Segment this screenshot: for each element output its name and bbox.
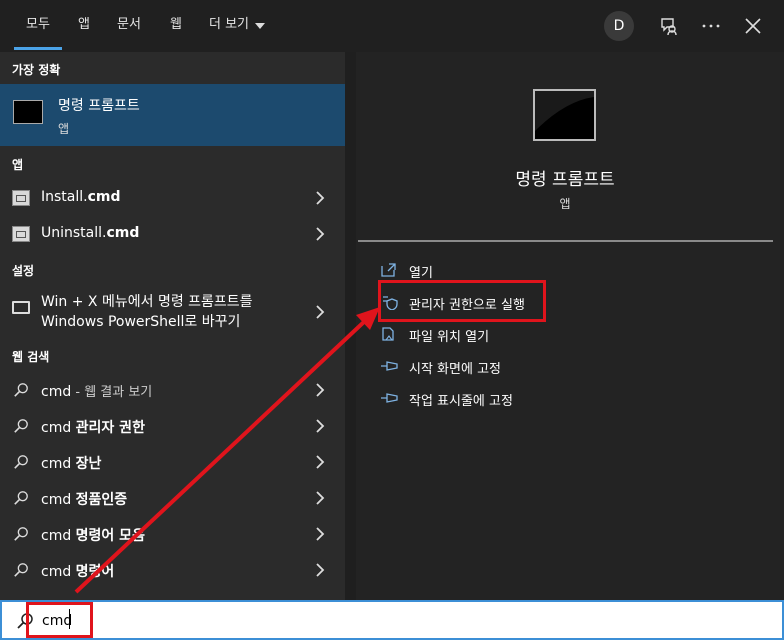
section-best-match: 가장 정확 xyxy=(12,63,61,77)
cmd-file-icon xyxy=(12,226,30,242)
web-result-label: cmd 정품인증 xyxy=(41,492,128,508)
chevron-down-icon xyxy=(255,23,266,29)
open-file-location-label: 파일 위치 열기 xyxy=(409,330,490,345)
avatar[interactable]: D xyxy=(604,11,634,41)
web-result-item[interactable]: cmd 관리자 권한 xyxy=(0,408,345,444)
section-settings: 설정 xyxy=(12,264,35,278)
tab-documents[interactable]: 문서 xyxy=(117,0,141,50)
open-action-label: 열기 xyxy=(409,266,433,281)
tab-web[interactable]: 웹 xyxy=(170,0,182,50)
pin-to-taskbar-label: 작업 표시줄에 고정 xyxy=(409,394,513,409)
divider xyxy=(358,240,773,242)
preview-title: 명령 프롬프트 xyxy=(515,170,615,190)
best-match-subtitle: 앱 xyxy=(58,122,70,136)
web-result-label: cmd - 웹 결과 보기 xyxy=(41,384,153,400)
pin-to-start-label: 시작 화면에 고정 xyxy=(409,362,501,377)
chevron-right-icon[interactable] xyxy=(313,526,327,542)
file-location-icon xyxy=(382,327,394,341)
web-result-item[interactable]: cmd 정품인증 xyxy=(0,480,345,516)
list-item[interactable]: Install.cmd xyxy=(0,180,345,216)
web-result-label: cmd 명령어 모음 xyxy=(41,528,145,544)
search-icon xyxy=(14,491,28,505)
annotation-box-run-as-admin xyxy=(378,280,546,322)
chevron-right-icon[interactable] xyxy=(313,490,327,506)
chevron-right-icon[interactable] xyxy=(313,226,327,242)
best-match-item[interactable]: 명령 프롬프트 앱 xyxy=(0,84,345,146)
web-result-label: cmd 명령어 xyxy=(41,564,115,580)
web-result-item[interactable]: cmd 장난 xyxy=(0,444,345,480)
search-icon xyxy=(14,527,28,541)
taskbar-settings-icon xyxy=(12,301,30,314)
open-icon xyxy=(381,263,396,277)
chevron-right-icon[interactable] xyxy=(313,562,327,578)
search-header: 모두 앱 문서 웹 더 보기 D xyxy=(0,0,784,52)
pin-icon xyxy=(381,393,398,403)
chevron-right-icon[interactable] xyxy=(313,454,327,470)
list-item[interactable]: Uninstall.cmd xyxy=(0,216,345,252)
preview-pane: 명령 프롬프트 앱 열기 관리자 권한으로 실행 파일 위치 열기 시작 화면에… xyxy=(356,52,784,600)
section-web-search: 웹 검색 xyxy=(12,350,50,364)
tab-more[interactable]: 더 보기 xyxy=(209,0,266,50)
chevron-right-icon[interactable] xyxy=(313,190,327,206)
list-item-label: Uninstall.cmd xyxy=(41,225,140,241)
web-result-item[interactable]: cmd 명령어 모음 xyxy=(0,516,345,552)
section-apps: 앱 xyxy=(12,158,24,172)
tab-all[interactable]: 모두 xyxy=(14,0,62,50)
web-result-item[interactable]: cmd - 웹 결과 보기 xyxy=(0,372,345,408)
chevron-right-icon[interactable] xyxy=(313,418,327,434)
command-prompt-icon xyxy=(533,89,596,141)
settings-item[interactable]: Win + X 메뉴에서 명령 프롬프트를 Windows PowerShell… xyxy=(0,288,345,338)
close-icon[interactable] xyxy=(741,14,765,38)
web-result-label: cmd 관리자 권한 xyxy=(41,420,145,436)
web-result-label: cmd 장난 xyxy=(41,456,102,472)
cmd-file-icon xyxy=(12,190,30,206)
results-pane: 가장 정확 명령 프롬프트 앱 앱 Install.cmd Uninstall.… xyxy=(0,52,345,600)
list-item-label: Install.cmd xyxy=(41,189,121,205)
search-icon xyxy=(14,455,28,469)
command-prompt-icon xyxy=(13,100,43,124)
pin-icon xyxy=(381,361,398,371)
search-icon xyxy=(14,383,28,397)
web-result-item[interactable]: cmd 명령어 xyxy=(0,552,345,588)
annotation-box-search xyxy=(26,602,93,638)
settings-item-label: Win + X 메뉴에서 명령 프롬프트를 Windows PowerShell… xyxy=(41,294,253,330)
tab-apps[interactable]: 앱 xyxy=(78,0,90,50)
chevron-right-icon[interactable] xyxy=(313,304,327,320)
search-icon xyxy=(14,563,28,577)
search-bar xyxy=(0,600,784,640)
more-options-icon[interactable] xyxy=(699,14,723,38)
chevron-right-icon[interactable] xyxy=(313,382,327,398)
search-icon xyxy=(14,419,28,433)
feedback-icon[interactable] xyxy=(657,14,681,38)
best-match-title: 명령 프롬프트 xyxy=(58,98,140,114)
preview-subtitle: 앱 xyxy=(559,197,571,211)
